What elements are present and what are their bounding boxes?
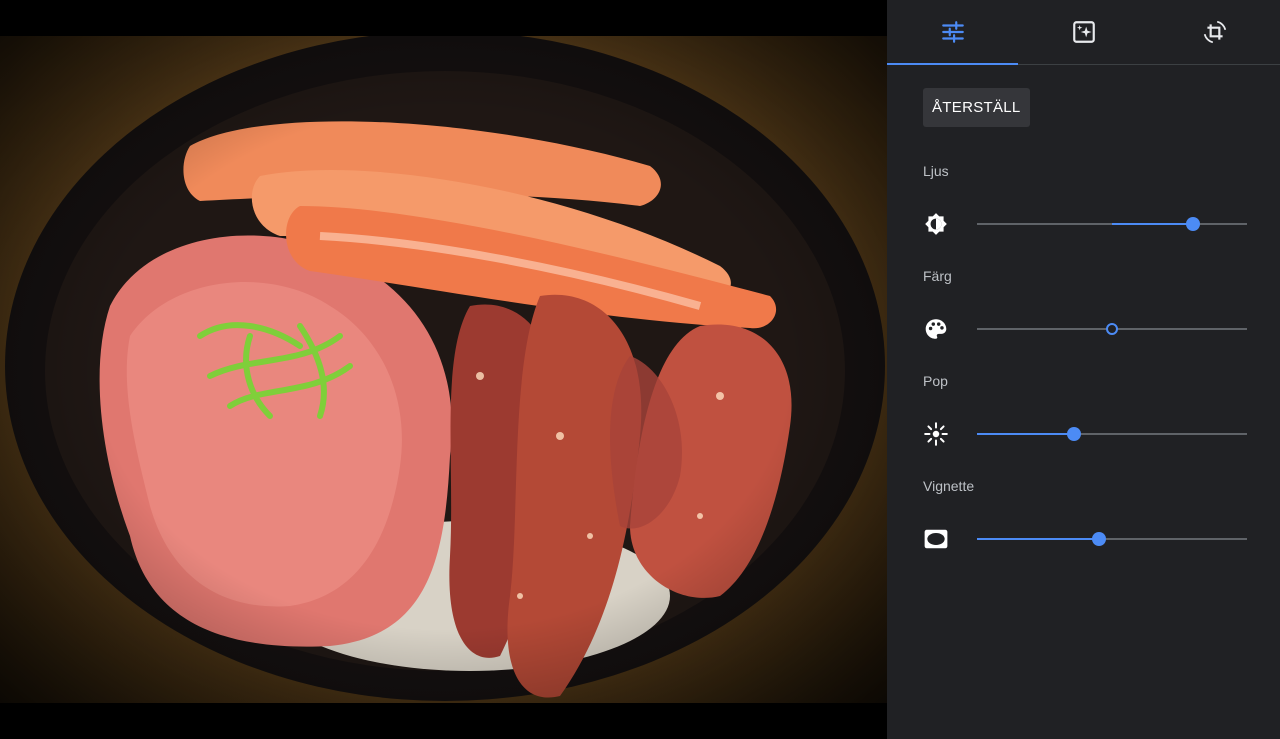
tune-sliders-icon: [941, 21, 964, 43]
tab-adjust[interactable]: [887, 0, 1018, 65]
palette-icon: [923, 316, 949, 342]
auto-enhance-icon: [1072, 21, 1095, 43]
slider-thumb[interactable]: [1067, 427, 1082, 441]
control-label-color: Färg: [923, 268, 952, 284]
slider-fill: [1112, 223, 1193, 225]
edited-photo: [0, 36, 887, 703]
control-label-vignette: Vignette: [923, 478, 975, 494]
slider-pop[interactable]: [977, 424, 1247, 444]
slider-thumb[interactable]: [1106, 323, 1118, 335]
vignette-icon: [923, 526, 949, 552]
slider-light[interactable]: [977, 214, 1247, 234]
slider-thumb[interactable]: [1091, 532, 1106, 546]
reset-button[interactable]: ÅTERSTÄLL: [923, 88, 1030, 127]
pop-sparkle-icon: [923, 421, 949, 447]
tab-filters[interactable]: [1018, 0, 1149, 64]
food-photo-illustration: [5, 36, 885, 701]
brightness-icon: [923, 211, 949, 237]
edit-tabs: [887, 0, 1280, 65]
edit-panel: ÅTERSTÄLL Ljus Färg Pop Vignette: [887, 0, 1280, 739]
slider-fill: [977, 538, 1099, 540]
slider-vignette[interactable]: [977, 529, 1247, 549]
control-label-pop: Pop: [923, 373, 948, 389]
photo-canvas-area: [0, 0, 887, 739]
crop-rotate-icon: [1203, 20, 1226, 44]
slider-fill: [977, 433, 1075, 435]
slider-thumb[interactable]: [1186, 217, 1200, 231]
control-label-light: Ljus: [923, 163, 949, 179]
slider-color[interactable]: [977, 319, 1247, 339]
tab-crop-rotate[interactable]: [1149, 0, 1280, 64]
